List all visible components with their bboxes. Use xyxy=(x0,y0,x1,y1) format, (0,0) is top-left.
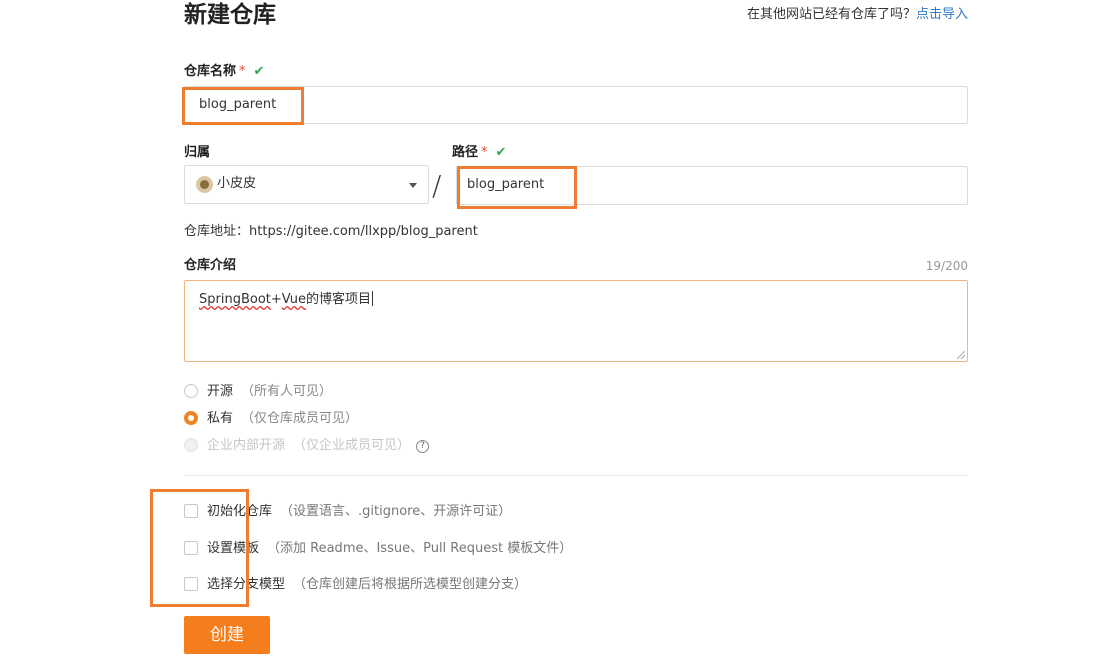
highlight-box-path xyxy=(457,166,577,209)
description-text-part: SpringBoot xyxy=(199,292,271,307)
option-note: （仅企业成员可见） xyxy=(293,438,411,453)
option-label: 开源 xyxy=(207,384,234,399)
option-note: （添加 Readme、Issue、Pull Request 模板文件） xyxy=(267,541,573,556)
repo-name-label-text: 仓库名称 xyxy=(184,64,237,79)
owner-select[interactable]: 小皮皮 xyxy=(184,165,429,204)
radio-button-disabled xyxy=(184,438,198,452)
check-icon: ✔ xyxy=(253,64,265,79)
owner-label: 归属 xyxy=(184,145,211,160)
path-label-text: 路径 xyxy=(452,145,479,160)
description-label: 仓库介绍 xyxy=(184,258,237,273)
highlight-box-options xyxy=(150,489,249,607)
visibility-option-private[interactable]: 私有 （仅仓库成员可见） xyxy=(184,410,358,428)
import-hint: 在其他网站已经有仓库了吗？点击导入 xyxy=(747,6,968,24)
description-counter: 19/200 xyxy=(925,259,968,273)
text-cursor xyxy=(372,291,374,306)
option-note: （所有人可见） xyxy=(241,384,333,399)
option-label: 企业内部开源 xyxy=(207,438,286,453)
chevron-down-icon xyxy=(409,183,417,188)
option-note: （设置语言、.gitignore、开源许可证） xyxy=(280,504,512,519)
required-mark: * xyxy=(481,145,488,160)
option-label: 私有 xyxy=(207,411,234,426)
create-button[interactable]: 创建 xyxy=(184,616,270,654)
option-note: （仅仓库成员可见） xyxy=(241,411,359,426)
resize-handle[interactable] xyxy=(957,351,965,359)
visibility-option-public[interactable]: 开源 （所有人可见） xyxy=(184,383,332,401)
description-text-part: 的博客项目 xyxy=(306,292,372,307)
page-title: 新建仓库 xyxy=(184,2,276,28)
visibility-option-enterprise: 企业内部开源 （仅企业成员可见）? xyxy=(184,437,430,455)
divider xyxy=(184,475,968,476)
new-repo-page: 新建仓库 在其他网站已经有仓库了吗？点击导入 仓库名称 * ✔ blog_paren… xyxy=(0,0,1106,664)
radio-button[interactable] xyxy=(184,384,198,398)
help-icon[interactable]: ? xyxy=(416,440,430,453)
description-textarea[interactable]: SpringBoot+Vue的博客项目 xyxy=(184,280,968,362)
repo-url: 仓库地址：https://gitee.com/llxpp/blog_parent xyxy=(184,223,478,241)
path-separator: / xyxy=(432,169,442,202)
check-icon: ✔ xyxy=(495,145,507,160)
required-mark: * xyxy=(239,64,246,79)
path-label: 路径 * ✔ xyxy=(452,144,506,162)
description-text-part: + xyxy=(270,292,282,307)
option-note: （仓库创建后将根据所选模型创建分支） xyxy=(293,577,528,592)
repo-url-label: 仓库地址： xyxy=(184,224,250,239)
description-text-part: Vue xyxy=(281,292,307,307)
import-link[interactable]: 点击导入 xyxy=(916,7,968,22)
highlight-box-repo-name xyxy=(182,87,304,125)
import-prompt: 在其他网站已经有仓库了吗？ xyxy=(746,7,916,22)
owner-name: 小皮皮 xyxy=(217,176,257,191)
repo-url-value: https://gitee.com/llxpp/blog_parent xyxy=(249,224,478,239)
repo-name-label: 仓库名称 * ✔ xyxy=(184,63,264,81)
user-avatar-icon xyxy=(196,176,213,193)
radio-button-checked[interactable] xyxy=(184,411,198,425)
